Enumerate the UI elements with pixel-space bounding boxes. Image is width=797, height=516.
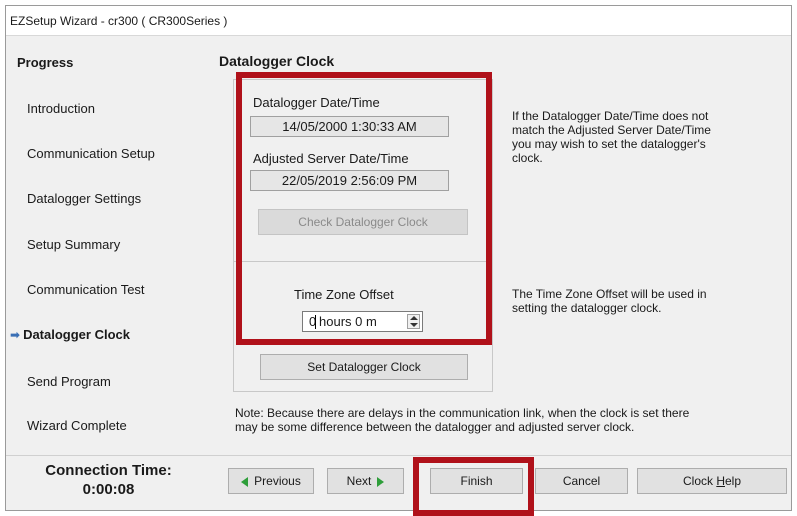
current-step-arrow-icon: ➡ — [10, 328, 21, 342]
sidebar-item-label: Wizard Complete — [27, 418, 127, 433]
sidebar-item-wizard-complete[interactable]: Wizard Complete — [27, 418, 127, 433]
previous-arrow-icon — [241, 476, 249, 487]
next-button[interactable]: Next — [327, 468, 404, 494]
text-caret — [315, 315, 316, 329]
time-zone-offset-label: Time Zone Offset — [294, 287, 394, 302]
clock-info-text: If the Datalogger Date/Time does not mat… — [512, 109, 711, 165]
progress-heading: Progress — [17, 55, 74, 70]
sidebar-item-label: Send Program — [27, 374, 111, 389]
footer-divider — [6, 455, 791, 456]
next-label: Next — [346, 474, 372, 488]
spin-down-icon[interactable] — [410, 323, 418, 327]
time-zone-offset-input[interactable]: 0 hours 0 m — [302, 311, 423, 332]
help-label-mnemonic: H — [716, 474, 725, 488]
datalogger-datetime-label: Datalogger Date/Time — [253, 95, 380, 110]
sidebar-item-label: Communication Setup — [27, 146, 155, 161]
previous-button[interactable]: Previous — [228, 468, 314, 494]
note-line: may be some difference between the datal… — [235, 420, 635, 434]
datalogger-datetime-field: 14/05/2000 1:30:33 AM — [250, 116, 449, 137]
info-line: setting the datalogger clock. — [512, 301, 662, 315]
help-label-suffix: elp — [725, 474, 742, 488]
check-datalogger-clock-button[interactable]: Check Datalogger Clock — [258, 209, 468, 235]
info-line: If the Datalogger Date/Time does not — [512, 109, 709, 123]
tz-info-text: The Time Zone Offset will be used in set… — [512, 287, 707, 315]
help-label-prefix: Clock — [682, 474, 717, 488]
info-line: match the Adjusted Server Date/Time — [512, 123, 711, 137]
sidebar-item-send-program[interactable]: Send Program — [27, 374, 111, 389]
info-line: The Time Zone Offset will be used in — [512, 287, 707, 301]
page-title: Datalogger Clock — [219, 53, 335, 69]
panel-divider — [234, 261, 492, 262]
connection-time-label: Connection Time: — [45, 462, 172, 479]
spin-up-icon[interactable] — [410, 316, 418, 320]
finish-button[interactable]: Finish — [430, 468, 523, 494]
note-line: Note: Because there are delays in the co… — [235, 406, 690, 420]
sidebar-item-label: Introduction — [27, 101, 95, 116]
server-datetime-label: Adjusted Server Date/Time — [253, 151, 409, 166]
sidebar-item-label: Datalogger Settings — [27, 191, 142, 206]
spin-buttons[interactable] — [407, 314, 420, 329]
sidebar-item-datalogger-settings[interactable]: Datalogger Settings — [27, 191, 141, 206]
window-title: EZSetup Wizard - cr300 ( CR300Series ) — [10, 14, 228, 28]
tz-offset-text: hours 0 m — [319, 314, 377, 329]
sidebar-item-introduction[interactable]: Introduction — [27, 101, 95, 116]
set-datalogger-clock-button[interactable]: Set Datalogger Clock — [260, 354, 468, 380]
server-datetime-field: 22/05/2019 2:56:09 PM — [250, 170, 449, 191]
connection-time-value: 0:00:08 — [82, 481, 135, 498]
next-arrow-icon — [377, 476, 385, 487]
previous-label: Previous — [254, 474, 301, 488]
clock-help-button[interactable]: Clock Help — [637, 468, 787, 494]
info-line: you may wish to set the datalogger's — [512, 137, 706, 151]
sidebar-item-label: Datalogger Clock — [23, 327, 130, 342]
sidebar-item-label: Communication Test — [27, 282, 145, 297]
sidebar-item-communication-setup[interactable]: Communication Setup — [27, 146, 155, 161]
sidebar-item-label: Setup Summary — [27, 237, 121, 252]
cancel-button[interactable]: Cancel — [535, 468, 628, 494]
wizard-window: EZSetup Wizard - cr300 ( CR300Series ) P… — [5, 5, 792, 511]
title-bar: EZSetup Wizard - cr300 ( CR300Series ) — [6, 6, 791, 36]
sidebar-item-communication-test[interactable]: Communication Test — [27, 282, 145, 297]
connection-time: Connection Time: 0:00:08 — [6, 461, 211, 499]
note-text: Note: Because there are delays in the co… — [235, 406, 689, 434]
info-line: clock. — [512, 151, 543, 165]
sidebar-item-setup-summary[interactable]: Setup Summary — [27, 237, 120, 252]
progress-sidebar: Progress Introduction Communication Setu… — [6, 36, 211, 455]
sidebar-item-datalogger-clock[interactable]: ➡ Datalogger Clock — [10, 327, 130, 342]
